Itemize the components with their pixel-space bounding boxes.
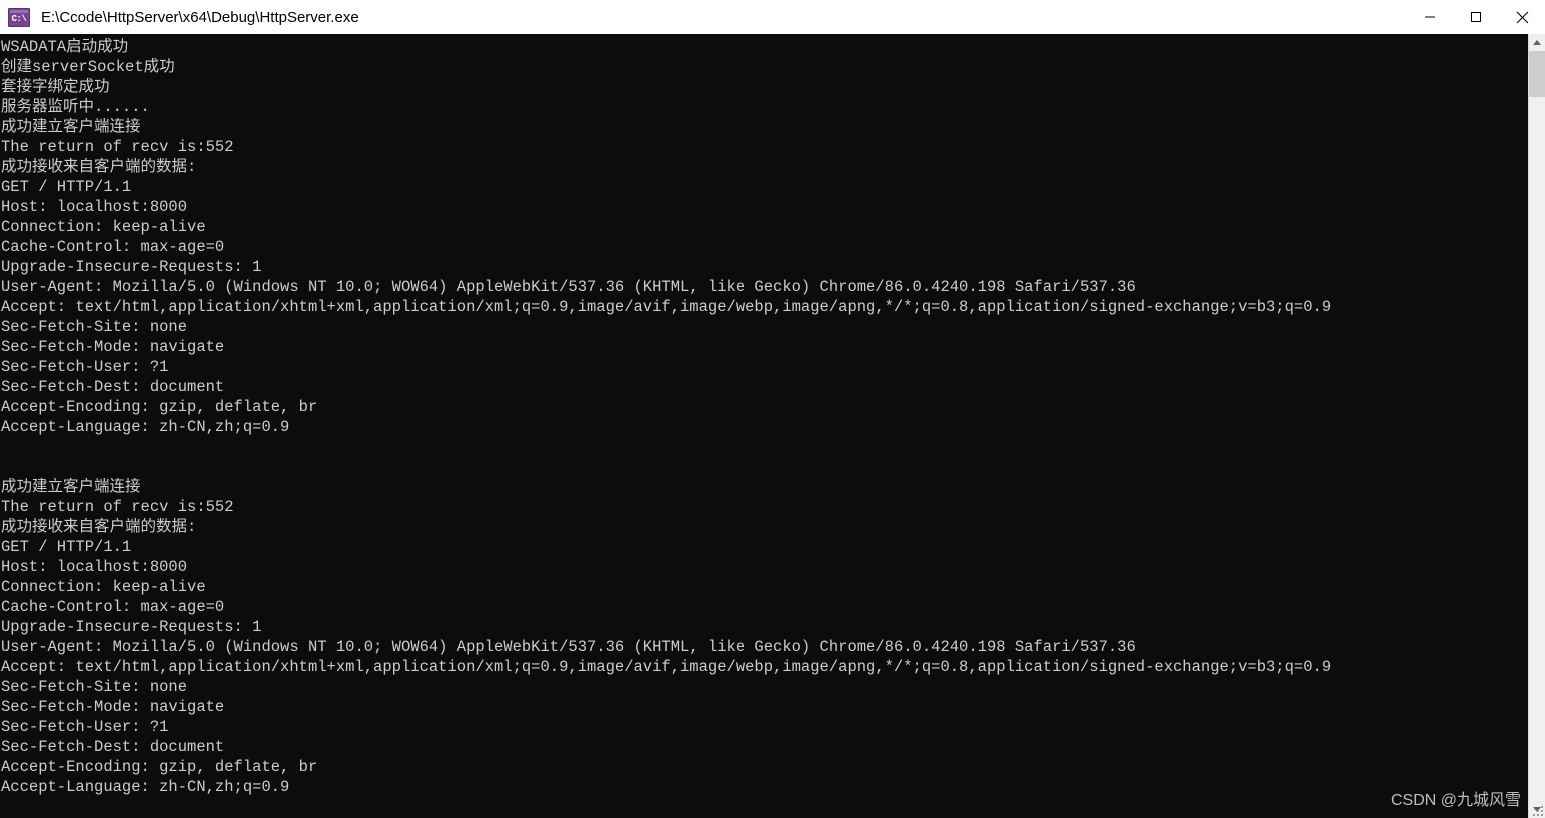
resize-grip[interactable] xyxy=(1529,802,1543,816)
console-line: Sec-Fetch-User: ?1 xyxy=(1,718,169,736)
close-button[interactable] xyxy=(1499,0,1545,34)
console-text: WSADATA启动成功创建serverSocket成功 套接字绑定成功服务器监听中… xyxy=(0,34,1528,818)
console-line: Accept: text/html,application/xhtml+xml,… xyxy=(1,658,1332,676)
console-line: Sec-Fetch-User: ?1 xyxy=(1,358,169,376)
console-line: Sec-Fetch-Site: none xyxy=(1,318,188,336)
console-line: 成功接收来自客户端的数据: xyxy=(1,518,197,536)
vertical-scrollbar[interactable] xyxy=(1528,34,1545,818)
console-window: C:\ E:\Ccode\HttpServer\x64\Debug\HttpSe… xyxy=(0,0,1545,818)
console-line: Sec-Fetch-Mode: navigate xyxy=(1,698,225,716)
console-line: User-Agent: Mozilla/5.0 (Windows NT 10.0… xyxy=(1,638,1136,656)
window-title: E:\Ccode\HttpServer\x64\Debug\HttpServer… xyxy=(41,8,359,26)
console-line: Accept-Language: zh-CN,zh;q=0.9 xyxy=(1,778,290,796)
minimize-button[interactable] xyxy=(1407,0,1453,34)
console-line: Connection: keep-alive xyxy=(1,218,206,236)
console-line: Upgrade-Insecure-Requests: 1 xyxy=(1,618,262,636)
maximize-icon xyxy=(1471,12,1481,22)
console-line: User-Agent: Mozilla/5.0 (Windows NT 10.0… xyxy=(1,278,1136,296)
console-line: Cache-Control: max-age=0 xyxy=(1,598,225,616)
close-icon xyxy=(1516,11,1528,23)
console-line: Accept: text/html,application/xhtml+xml,… xyxy=(1,298,1332,316)
console-line: Accept-Encoding: gzip, deflate, br xyxy=(1,398,318,416)
console-line: 成功建立客户端连接 xyxy=(1,478,141,496)
scrollbar-track[interactable] xyxy=(1529,51,1545,801)
console-line: GET / HTTP/1.1 xyxy=(1,538,132,556)
console-line: 成功接收来自客户端的数据: xyxy=(1,158,197,176)
console-line: Accept-Language: zh-CN,zh;q=0.9 xyxy=(1,418,290,436)
console-line: 成功建立客户端连接 xyxy=(1,118,141,136)
minimize-icon xyxy=(1425,16,1435,18)
console-line: Cache-Control: max-age=0 xyxy=(1,238,225,256)
console-line: 服务器监听中...... xyxy=(1,98,150,116)
console-line: 套接字绑定成功 xyxy=(1,78,110,96)
console-line: Accept-Encoding: gzip, deflate, br xyxy=(1,758,318,776)
scrollbar-thumb[interactable] xyxy=(1529,51,1545,97)
console-line: Sec-Fetch-Dest: document xyxy=(1,738,225,756)
console-app-icon-glyph: C:\ xyxy=(11,13,27,24)
title-bar[interactable]: C:\ E:\Ccode\HttpServer\x64\Debug\HttpSe… xyxy=(0,0,1545,34)
console-line: The return of recv is:552 xyxy=(1,498,234,516)
console-line: Sec-Fetch-Mode: navigate xyxy=(1,338,225,356)
window-controls xyxy=(1407,0,1545,34)
chevron-up-icon xyxy=(1533,40,1541,45)
console-line: Host: localhost:8000 xyxy=(1,198,188,216)
console-line: The return of recv is:552 xyxy=(1,138,234,156)
console-output-area[interactable]: WSADATA启动成功创建serverSocket成功 套接字绑定成功服务器监听中… xyxy=(0,34,1545,818)
console-line: GET / HTTP/1.1 xyxy=(1,178,132,196)
console-line: Sec-Fetch-Site: none xyxy=(1,678,188,696)
console-line: Connection: keep-alive xyxy=(1,578,206,596)
title-bar-left: C:\ E:\Ccode\HttpServer\x64\Debug\HttpSe… xyxy=(0,7,1407,27)
console-line: Sec-Fetch-Dest: document xyxy=(1,378,225,396)
console-line: Upgrade-Insecure-Requests: 1 xyxy=(1,258,262,276)
scrollbar-up-button[interactable] xyxy=(1529,34,1545,51)
maximize-button[interactable] xyxy=(1453,0,1499,34)
console-line: 创建serverSocket成功 xyxy=(1,58,175,76)
console-app-icon: C:\ xyxy=(8,7,30,27)
console-line: WSADATA启动成功 xyxy=(1,38,129,56)
console-line: Host: localhost:8000 xyxy=(1,558,188,576)
